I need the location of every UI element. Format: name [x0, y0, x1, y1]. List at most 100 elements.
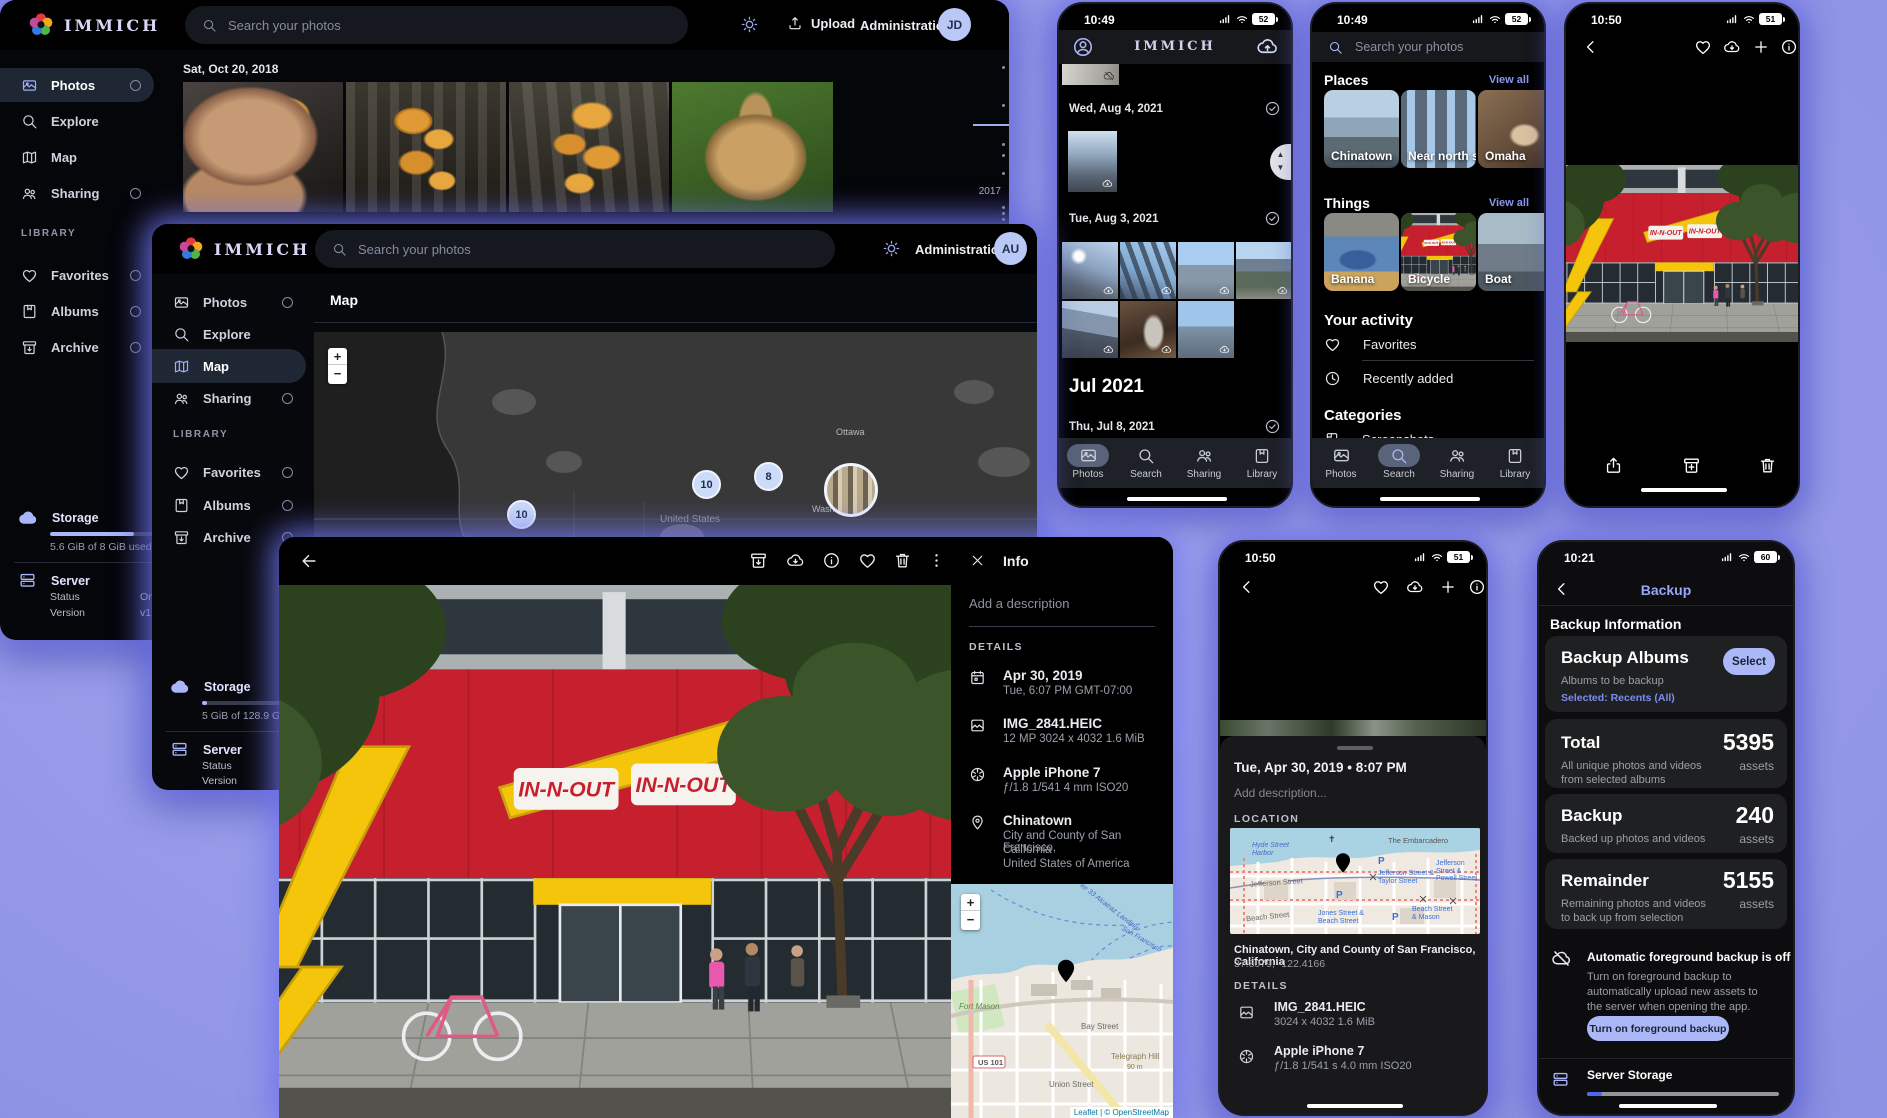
home-indicator[interactable]	[1307, 1104, 1403, 1108]
nav-tab-sharing[interactable]: Sharing	[1175, 438, 1233, 488]
back-chevron-icon[interactable]	[1582, 38, 1600, 56]
trash-icon[interactable]	[1758, 456, 1777, 475]
nav-tab-search[interactable]: Search	[1370, 438, 1428, 488]
home-indicator[interactable]	[1641, 488, 1727, 492]
places-view-all[interactable]: View all	[1489, 74, 1529, 86]
info-icon[interactable]	[1468, 578, 1486, 596]
heart-icon[interactable]	[858, 551, 877, 570]
nav-tab-photos[interactable]: Photos	[1312, 438, 1370, 488]
description-input[interactable]: Add a description	[969, 596, 1069, 611]
download-cloud-icon[interactable]	[786, 551, 805, 570]
map-cluster-marker[interactable]: 8	[754, 462, 783, 491]
zoom-in-button[interactable]: +	[328, 348, 347, 365]
photo-thumbnail[interactable]	[1236, 242, 1292, 299]
info-bottom-sheet[interactable]: Tue, Apr 30, 2019 • 8:07 PM Add descript…	[1220, 736, 1486, 1116]
backup-status-icon[interactable]	[1256, 35, 1279, 63]
user-avatar[interactable]: AU	[994, 232, 1027, 265]
minimap-zoom-control[interactable]: + −	[961, 894, 980, 930]
more-icon[interactable]	[927, 551, 946, 570]
photo-thumbnail[interactable]	[1178, 242, 1234, 299]
sidebar-item-map[interactable]: Map	[0, 140, 154, 174]
map-cluster-marker[interactable]: 10	[692, 470, 721, 499]
map-photo-marker[interactable]	[824, 463, 878, 517]
search-input[interactable]: Search your photos	[1312, 32, 1544, 62]
photo-thumbnail[interactable]	[1062, 301, 1118, 358]
administration-link[interactable]: Administration	[915, 242, 1007, 257]
photo-thumbnail[interactable]	[1062, 242, 1118, 299]
select-check-icon[interactable]	[1264, 210, 1281, 227]
nav-tab-search[interactable]: Search	[1117, 438, 1175, 488]
turn-on-backup-button[interactable]: Turn on foreground backup	[1587, 1016, 1729, 1041]
timeline-scrubber[interactable]: 2017	[968, 56, 1009, 236]
immich-logo-icon[interactable]	[26, 10, 56, 40]
select-check-icon[interactable]	[1264, 100, 1281, 117]
nav-tab-sharing[interactable]: Sharing	[1428, 438, 1486, 488]
search-input[interactable]: Search your photos	[315, 230, 835, 268]
location-map[interactable]: ✝ PPP The Embarcadero Hyde Street Harbor…	[1230, 828, 1480, 934]
map-cluster-marker[interactable]: 10	[507, 500, 536, 529]
select-button[interactable]: Select	[1723, 648, 1775, 675]
heart-icon[interactable]	[1372, 578, 1390, 596]
theme-toggle-icon[interactable]	[740, 15, 759, 34]
sidebar-item-albums[interactable]: Albums	[0, 294, 154, 328]
nav-tab-photos[interactable]: Photos	[1059, 438, 1117, 488]
immich-logo-icon[interactable]	[176, 234, 206, 264]
select-check-icon[interactable]	[1264, 418, 1281, 435]
zoom-in-button[interactable]: +	[961, 894, 980, 911]
photo-thumbnail[interactable]	[509, 82, 669, 212]
description-input[interactable]: Add description...	[1234, 786, 1327, 800]
heart-icon[interactable]	[1694, 38, 1712, 56]
home-indicator[interactable]	[1127, 497, 1227, 501]
thing-card-boat[interactable]: Boat	[1478, 213, 1546, 291]
upload-button[interactable]: Upload	[787, 15, 855, 31]
photo-thumbnail-partial[interactable]	[1062, 64, 1119, 85]
close-icon[interactable]	[969, 552, 986, 569]
activity-favorites[interactable]: Favorites	[1324, 336, 1416, 353]
location-minimap[interactable]: Pier 33 Alcatraz Landing San Francisco F…	[951, 884, 1173, 1118]
archive-add-icon[interactable]	[1682, 456, 1701, 475]
place-card-near-north-side[interactable]: Near north side	[1401, 90, 1476, 168]
photo-main[interactable]	[1566, 165, 1798, 342]
sidebar-item-explore[interactable]: Explore	[0, 104, 154, 138]
scroll-thumb[interactable]: ▲▼	[1270, 144, 1291, 180]
trash-icon[interactable]	[893, 551, 912, 570]
thing-card-bicycle[interactable]: Bicycle	[1401, 213, 1476, 291]
nav-tab-library[interactable]: Library	[1486, 438, 1544, 488]
photo-thumbnail[interactable]	[183, 82, 343, 212]
user-avatar[interactable]: JD	[938, 8, 971, 41]
thing-card-banana[interactable]: Banana	[1324, 213, 1399, 291]
upload-cloud-icon[interactable]	[1406, 578, 1424, 596]
sidebar-item-map[interactable]: Map	[152, 349, 306, 383]
sidebar-item-sharing[interactable]: Sharing	[0, 176, 154, 210]
sidebar-item-favorites[interactable]: Favorites	[0, 258, 154, 292]
upload-cloud-icon[interactable]	[1723, 38, 1741, 56]
add-icon[interactable]	[1439, 578, 1457, 596]
asset-location[interactable]: Chinatown	[1003, 813, 1072, 828]
zoom-out-button[interactable]: −	[328, 365, 347, 382]
photo-sliver[interactable]	[1220, 720, 1486, 736]
sidebar-item-explore[interactable]: Explore	[152, 317, 306, 351]
info-icon[interactable]	[822, 551, 841, 570]
back-chevron-icon[interactable]	[1238, 578, 1256, 596]
sidebar-item-sharing[interactable]: Sharing	[152, 381, 306, 415]
info-icon[interactable]	[1780, 38, 1798, 56]
photo-thumbnail[interactable]	[1120, 301, 1176, 358]
home-indicator[interactable]	[1619, 1104, 1717, 1108]
zoom-out-button[interactable]: −	[961, 911, 980, 928]
nav-tab-library[interactable]: Library	[1233, 438, 1291, 488]
photo-thumbnail[interactable]	[1120, 242, 1176, 299]
sheet-drag-handle[interactable]	[1337, 746, 1373, 750]
sidebar-item-photos[interactable]: Photos	[152, 285, 306, 319]
things-view-all[interactable]: View all	[1489, 197, 1529, 209]
sidebar-item-photos[interactable]: Photos	[0, 68, 154, 102]
share-icon[interactable]	[1604, 456, 1623, 475]
back-icon[interactable]	[299, 551, 319, 571]
photo-main[interactable]	[279, 585, 951, 1118]
photo-thumbnail[interactable]	[346, 82, 506, 212]
map-zoom-control[interactable]: + −	[328, 348, 347, 384]
add-icon[interactable]	[1752, 38, 1770, 56]
search-input[interactable]: Search your photos	[185, 6, 688, 44]
theme-toggle-icon[interactable]	[882, 239, 901, 258]
place-card-omaha[interactable]: Omaha	[1478, 90, 1546, 168]
activity-recently-added[interactable]: Recently added	[1324, 370, 1453, 387]
